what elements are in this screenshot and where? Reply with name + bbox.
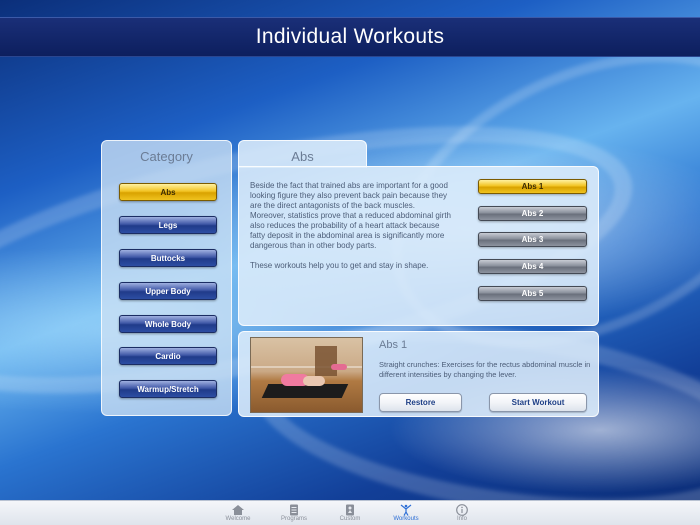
workout-title: Abs 1 <box>379 339 408 351</box>
tab-info[interactable]: Info <box>434 501 490 525</box>
workout-button-abs-2[interactable]: Abs 2 <box>478 206 587 221</box>
restore-button[interactable]: Restore <box>379 393 462 412</box>
custom-figure-icon <box>343 503 357 516</box>
thumbnail-mat <box>261 384 349 398</box>
person-stretch-icon <box>399 503 413 516</box>
tab-label: Programs <box>280 516 307 522</box>
category-button-legs[interactable]: Legs <box>119 216 217 234</box>
workout-button-abs-5[interactable]: Abs 5 <box>478 286 587 301</box>
document-icon <box>287 503 301 516</box>
category-button-abs[interactable]: Abs <box>119 183 217 201</box>
workout-button-abs-1[interactable]: Abs 1 <box>478 179 587 194</box>
tab-label: Workouts <box>393 516 419 522</box>
info-icon <box>455 503 469 516</box>
description-paragraph: Moreover, statistics prove that a reduce… <box>250 211 451 250</box>
info-panel: Beside the fact that trained abs are imp… <box>238 166 599 326</box>
category-title: Category <box>140 149 193 164</box>
header-bar: Individual Workouts <box>0 17 700 57</box>
house-icon <box>231 503 245 515</box>
workout-description: Straight crunches: Exercises for the rec… <box>379 360 591 379</box>
tab-programs[interactable]: Programs <box>266 501 322 525</box>
description: Beside the fact that trained abs are imp… <box>250 181 455 271</box>
description-paragraph: These workouts help you to get and stay … <box>250 261 429 270</box>
tab-label: Info <box>456 516 467 522</box>
start-workout-button[interactable]: Start Workout <box>489 393 587 412</box>
tab-label: Custom <box>339 516 361 522</box>
category-panel: Category Abs Legs Buttocks Upper Body Wh… <box>101 140 232 416</box>
description-paragraph: Beside the fact that trained abs are imp… <box>250 181 448 210</box>
workout-button-abs-4[interactable]: Abs 4 <box>478 259 587 274</box>
category-button-upper-body[interactable]: Upper Body <box>119 282 217 300</box>
tab-welcome[interactable]: Welcome <box>210 501 266 525</box>
tab-abs[interactable]: Abs <box>238 140 367 168</box>
thumbnail-figure <box>331 364 347 370</box>
tab-custom[interactable]: Custom <box>322 501 378 525</box>
category-button-buttocks[interactable]: Buttocks <box>119 249 217 267</box>
tab-label: Welcome <box>225 516 251 522</box>
workout-button-abs-3[interactable]: Abs 3 <box>478 232 587 247</box>
bottom-tab-bar: Welcome Programs Custom Workouts Info <box>0 500 700 525</box>
thumbnail-figure <box>303 376 325 386</box>
page-title: Individual Workouts <box>255 25 445 48</box>
tab-workouts[interactable]: Workouts <box>378 501 434 525</box>
workout-detail-panel: Abs 1 Straight crunches: Exercises for t… <box>238 331 599 417</box>
category-button-whole-body[interactable]: Whole Body <box>119 315 217 333</box>
workout-thumbnail <box>250 337 363 413</box>
thumbnail-door <box>315 346 337 376</box>
category-button-cardio[interactable]: Cardio <box>119 347 217 365</box>
category-button-warmup-stretch[interactable]: Warmup/Stretch <box>119 380 217 398</box>
